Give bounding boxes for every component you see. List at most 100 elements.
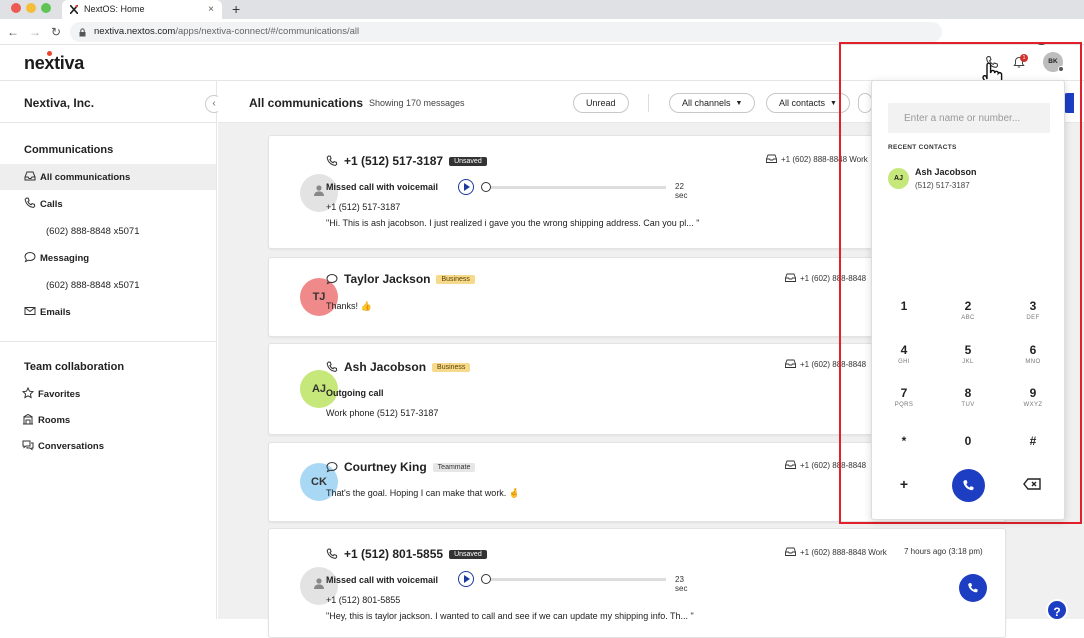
voicemail-duration: 23 sec — [675, 575, 688, 593]
tab-close-icon[interactable]: × — [208, 0, 214, 19]
voicemail-transcript: "Hey, this is taylor jackson. I wanted t… — [326, 611, 694, 621]
voicemail-duration: 22 sec — [675, 182, 688, 200]
key-digit: 1 — [900, 299, 908, 313]
filter-channels-dropdown[interactable]: All channels ▼ — [669, 93, 756, 113]
filter-unread-button[interactable]: Unread — [573, 93, 629, 113]
browser-tab[interactable]: NextOS: Home × — [62, 0, 222, 19]
dial-search-input[interactable] — [888, 103, 1050, 133]
filter-contacts-dropdown[interactable]: All contacts ▼ — [766, 93, 850, 113]
dialpad-key-4[interactable]: 4 GHI — [884, 343, 924, 379]
voicemail-player: 22 sec — [458, 179, 698, 200]
contact-name[interactable]: Taylor Jackson — [344, 272, 430, 286]
dialpad-key-2[interactable]: 2 ABC — [948, 299, 988, 335]
sidebar-divider — [0, 341, 216, 342]
dialpad-key-star[interactable]: * — [884, 434, 924, 470]
contact-name[interactable]: +1 (512) 517-3187 — [344, 154, 443, 168]
dialpad-key-5[interactable]: 5 JKL — [948, 343, 988, 379]
call-back-button[interactable] — [959, 574, 987, 602]
card-title: +1 (512) 801-5855 Unsaved — [326, 547, 487, 561]
rooms-icon — [23, 413, 33, 425]
dialpad-key-1[interactable]: 1 — [884, 299, 924, 335]
key-digit: 8 — [964, 386, 972, 400]
communications-heading: Communications — [24, 144, 114, 156]
card-line-info: +1 (602) 888-8848 Work — [785, 547, 887, 557]
window-close-dot[interactable] — [11, 3, 21, 13]
scrubber-knob[interactable] — [481, 182, 491, 192]
dialer-panel: RECENT CONTACTS AJ Ash Jacobson (512) 51… — [871, 80, 1065, 520]
card-title: Courtney King Teammate — [326, 460, 476, 474]
sidebar-item-label: (602) 888-8848 x5071 — [46, 280, 140, 291]
place-call-button[interactable] — [952, 469, 985, 502]
lock-icon — [79, 28, 86, 37]
nextiva-logo[interactable]: nextiva — [24, 53, 84, 74]
window-zoom-dot[interactable] — [41, 3, 51, 13]
dialpad-key-3[interactable]: 3 DEF — [1013, 299, 1053, 335]
sidebar-item-calls-line[interactable]: (602) 888-8848 x5071 — [46, 224, 140, 240]
contact-name[interactable]: Courtney King — [344, 460, 427, 474]
play-icon[interactable] — [458, 179, 474, 195]
scrubber-knob[interactable] — [481, 574, 491, 584]
sidebar-item-all-communications[interactable]: All communications — [24, 170, 130, 186]
sidebar-item-label: Favorites — [38, 389, 81, 400]
dialpad-key-hash[interactable]: # — [1013, 434, 1053, 470]
sidebar-divider — [0, 122, 216, 123]
new-tab-button[interactable]: + — [232, 0, 240, 18]
backspace-icon[interactable] — [1023, 478, 1041, 490]
caret-down-icon: ▼ — [735, 100, 743, 107]
progress-track[interactable] — [491, 578, 666, 581]
phone-icon — [24, 197, 36, 208]
sidebar-item-rooms[interactable]: Rooms — [22, 413, 70, 429]
key-letters: MNO — [1025, 359, 1041, 365]
dialpad-key-0[interactable]: 0 — [948, 434, 988, 470]
inbox-icon — [785, 460, 796, 469]
card-title: +1 (512) 517-3187 Unsaved — [326, 154, 487, 168]
person-icon — [314, 578, 324, 589]
sidebar-item-messaging-line[interactable]: (602) 888-8848 x5071 — [46, 278, 140, 294]
dialpad-key-9[interactable]: 9 WXYZ — [1013, 386, 1053, 422]
card-subtitle: Missed call with voicemail — [326, 182, 439, 192]
filter-separator — [648, 94, 649, 112]
mail-icon — [24, 307, 36, 315]
contact-badge: Unsaved — [449, 157, 487, 166]
communication-card[interactable]: +1 (512) 801-5855 Unsaved Missed call wit… — [268, 528, 1006, 638]
recent-contacts-heading: RECENT CONTACTS — [888, 144, 957, 151]
contact-name[interactable]: Ash Jacobson — [344, 360, 426, 374]
sidebar-item-messaging[interactable]: Messaging — [24, 251, 89, 267]
inbox-icon — [785, 547, 796, 556]
inbox-icon — [766, 154, 777, 163]
team-collaboration-heading: Team collaboration — [24, 361, 125, 373]
dialpad-key-8[interactable]: 8 TUV — [948, 386, 988, 422]
sidebar: Nextiva, Inc. ‹ Communications All commu… — [0, 81, 223, 619]
url-field[interactable]: nextiva.nextos.com/apps/nextiva-connect/… — [70, 22, 942, 42]
filter-label: Unread — [586, 98, 616, 108]
contact-name[interactable]: +1 (512) 801-5855 — [344, 547, 443, 561]
forward-icon[interactable]: → — [29, 25, 41, 39]
back-icon[interactable]: ← — [7, 25, 19, 39]
voicemail-transcript: "Hi. This is ash jacobson. I just realiz… — [326, 218, 700, 228]
nextiva-favicon-icon — [70, 5, 78, 14]
dialpad-key-7[interactable]: 7 PQRS — [884, 386, 924, 422]
message-count: Showing 170 messages — [369, 98, 465, 108]
key-letters: JKL — [962, 359, 974, 365]
window-minimize-dot[interactable] — [26, 3, 36, 13]
sidebar-item-emails[interactable]: Emails — [24, 305, 71, 321]
card-title: Ash Jacobson Business — [326, 360, 471, 374]
url-host: nextiva.nextos.com — [94, 26, 176, 37]
reload-icon[interactable]: ↻ — [51, 25, 61, 39]
sidebar-item-favorites[interactable]: Favorites — [22, 387, 80, 403]
sidebar-item-conversations[interactable]: Conversations — [22, 439, 104, 455]
page-title: All communications — [249, 96, 364, 110]
dialpad-key-6[interactable]: 6 MNO — [1013, 343, 1053, 379]
caret-down-icon: ▼ — [830, 100, 837, 107]
contact-badge: Business — [436, 275, 475, 284]
chat-icon — [326, 461, 338, 473]
play-icon[interactable] — [458, 571, 474, 587]
help-button[interactable]: ? — [1046, 599, 1068, 621]
key-letters: DEF — [1026, 315, 1040, 321]
dialpad-plus-button[interactable]: + — [884, 477, 924, 513]
phone-icon — [968, 583, 978, 593]
progress-track[interactable] — [491, 186, 666, 189]
sidebar-item-label: (602) 888-8848 x5071 — [46, 226, 140, 237]
sidebar-item-calls[interactable]: Calls — [24, 197, 63, 213]
browser-tab-bar: NextOS: Home × + — [0, 0, 1084, 19]
